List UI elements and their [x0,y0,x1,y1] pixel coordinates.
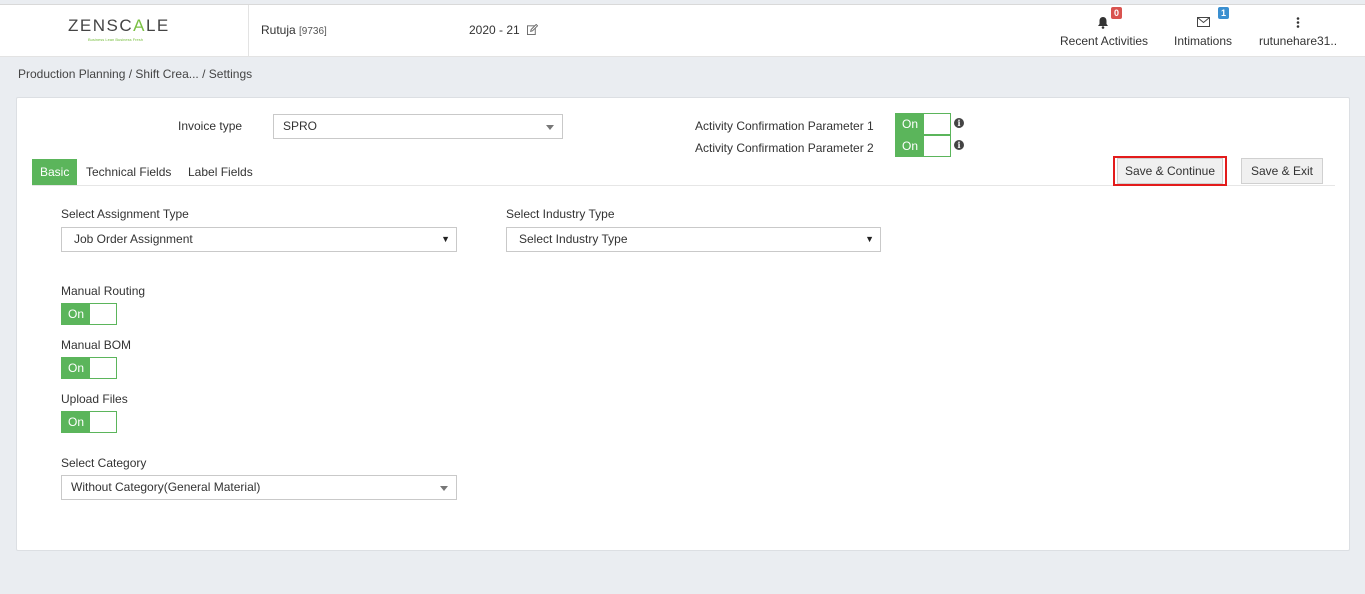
caret-down-icon: ▼ [865,234,874,244]
toggle-on-label: On [896,114,924,134]
tab-technical-fields[interactable]: Technical Fields [78,159,179,185]
logo-brand: ZENSCALE [68,16,170,35]
manual-bom-toggle[interactable]: On [61,357,117,379]
industry-type-value: Select Industry Type [519,232,628,246]
financial-year-label: 2020 - 21 [469,23,520,37]
top-header: ZENSCALE Business Lean Business Fresh Ru… [0,4,1365,57]
save-continue-button[interactable]: Save & Continue [1117,158,1223,184]
edit-icon[interactable] [527,24,539,35]
kebab-menu-icon [1296,16,1300,28]
nav-recent-activities-label: Recent Activities [1060,34,1149,48]
toggle-on-label: On [62,358,90,378]
activity-param-1-toggle[interactable]: On [895,113,951,135]
activity-param-1-label: Activity Confirmation Parameter 1 [695,119,874,133]
user-code: [9736] [299,26,327,37]
envelope-icon [1196,17,1210,27]
assignment-type-label: Select Assignment Type [61,207,189,221]
nav-intimations-label: Intimations [1173,34,1233,48]
category-value: Without Category(General Material) [71,480,261,494]
invoice-type-select[interactable]: SPRO [273,114,563,139]
toggle-on-label: On [896,136,924,156]
toggle-on-label: On [62,304,90,324]
assignment-type-value: Job Order Assignment [74,232,193,246]
tab-label-fields[interactable]: Label Fields [180,159,261,185]
bell-icon [1097,16,1108,29]
category-select[interactable]: Without Category(General Material) [61,475,457,500]
user-name: Rutuja [261,23,296,37]
upload-files-toggle[interactable]: On [61,411,117,433]
nav-user-menu-label: rutunehare31.. [1258,34,1338,48]
activity-param-2-toggle[interactable]: On [895,135,951,157]
logo-tagline: Business Lean Business Fresh [88,37,143,42]
recent-activities-badge: 0 [1111,7,1123,19]
manual-routing-label: Manual Routing [61,284,146,298]
invoice-type-value: SPRO [283,119,318,133]
intimations-badge: 1 [1218,7,1230,19]
assignment-type-select[interactable]: Job Order Assignment ▼ [61,227,457,252]
invoice-type-label: Invoice type [178,119,243,133]
toggle-on-label: On [62,412,90,432]
manual-routing-toggle[interactable]: On [61,303,117,325]
financial-year[interactable]: 2020 - 21 [469,23,539,37]
caret-down-icon: ▼ [441,234,450,244]
info-icon[interactable]: i [954,140,964,150]
nav-intimations[interactable]: 1 Intimations [1173,7,1233,48]
zenscale-logo[interactable]: ZENSCALE Business Lean Business Fresh [68,16,180,44]
header-divider [248,5,249,57]
activity-param-2-label: Activity Confirmation Parameter 2 [695,141,874,155]
chevron-down-icon [440,486,448,491]
settings-panel: Invoice type SPRO Activity Confirmation … [16,97,1350,551]
manual-bom-label: Manual BOM [61,338,132,352]
industry-type-label: Select Industry Type [506,207,615,221]
info-icon[interactable]: i [954,118,964,128]
industry-type-select[interactable]: Select Industry Type ▼ [506,227,881,252]
tab-basic[interactable]: Basic [32,159,78,185]
user-info: Rutuja [9736] [261,23,327,37]
upload-files-label: Upload Files [61,392,128,406]
breadcrumb[interactable]: Production Planning / Shift Crea... / Se… [18,67,252,81]
chevron-down-icon [546,125,554,130]
save-exit-button[interactable]: Save & Exit [1241,158,1323,184]
category-label: Select Category [61,456,147,470]
nav-user-menu[interactable]: rutunehare31.. [1258,13,1338,48]
nav-recent-activities[interactable]: 0 Recent Activities [1060,7,1149,48]
